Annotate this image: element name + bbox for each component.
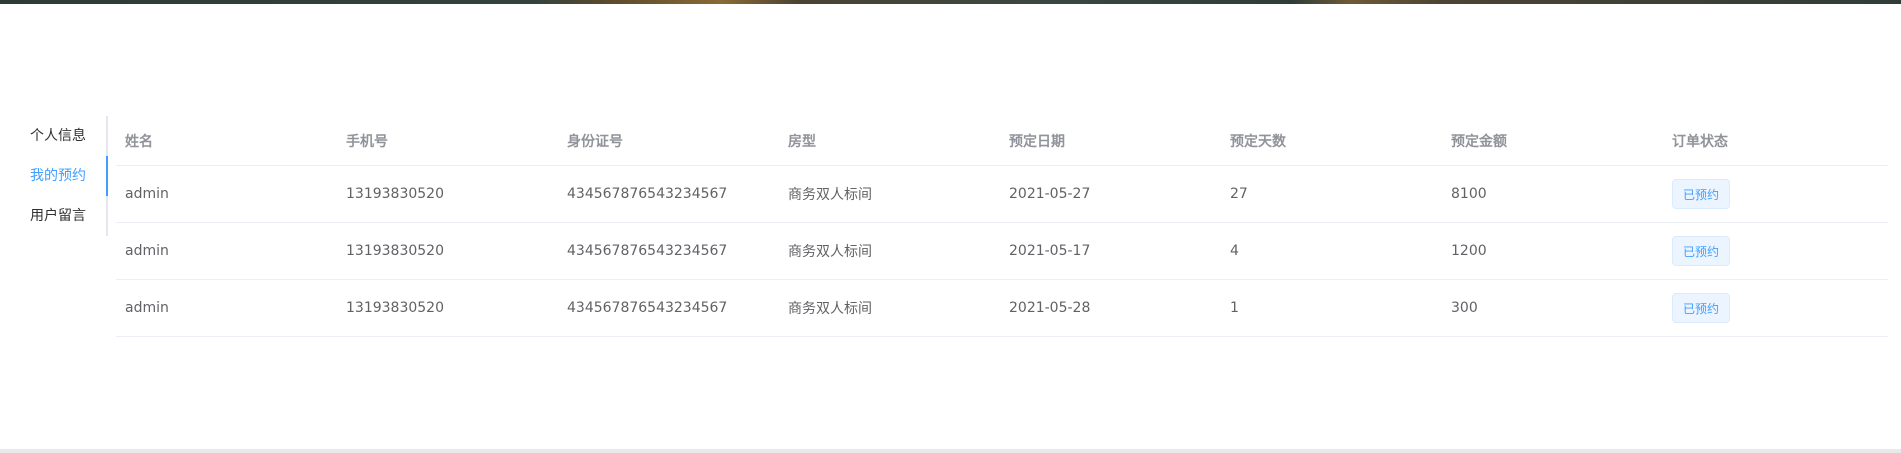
table-row: admin 13193830520 434567876543234567 商务双… [116,166,1888,223]
status-badge: 已预约 [1672,236,1731,266]
cell-id-number: 434567876543234567 [567,186,728,202]
tab-user-messages[interactable]: 用户留言 [16,196,106,236]
cell-booking-amount: 300 [1451,300,1478,316]
cell-order-status: 已预约 [1663,179,1888,209]
status-badge: 已预约 [1672,293,1731,323]
cell-order-status: 已预约 [1663,293,1888,323]
top-banner-image [0,0,1901,4]
sidebar-tabs: 个人信息 我的预约 用户留言 [16,116,108,236]
cell-booking-amount: 1200 [1451,243,1487,259]
cell-phone: 13193830520 [346,300,444,316]
cell-id-number: 434567876543234567 [567,243,728,259]
cell-id-number: 434567876543234567 [567,300,728,316]
cell-name: admin [125,300,169,316]
table-row: admin 13193830520 434567876543234567 商务双… [116,223,1888,280]
bottom-scrollbar-track [0,449,1901,453]
cell-room-type: 商务双人标间 [788,301,872,317]
cell-order-status: 已预约 [1663,236,1888,266]
cell-booking-date: 2021-05-17 [1009,243,1091,259]
status-badge: 已预约 [1672,179,1731,209]
page: 个人信息 我的预约 用户留言 姓名 手机号 身份证号 房型 预定日期 预定天数 … [0,0,1901,453]
header-booking-days: 预定天数 [1230,133,1286,150]
header-booking-date: 预定日期 [1009,133,1065,150]
table-row: admin 13193830520 434567876543234567 商务双… [116,280,1888,337]
tab-my-reservations[interactable]: 我的预约 [16,156,108,196]
header-room-type: 房型 [788,133,816,150]
table-header-row: 姓名 手机号 身份证号 房型 预定日期 预定天数 预定金额 订单状态 [116,116,1888,166]
header-order-status: 订单状态 [1672,133,1728,150]
cell-booking-days: 27 [1230,186,1248,202]
cell-booking-date: 2021-05-27 [1009,186,1091,202]
cell-phone: 13193830520 [346,243,444,259]
cell-name: admin [125,243,169,259]
cell-booking-days: 1 [1230,300,1239,316]
reservations-table: 姓名 手机号 身份证号 房型 预定日期 预定天数 预定金额 订单状态 admin… [116,116,1888,337]
header-name: 姓名 [125,133,153,150]
cell-phone: 13193830520 [346,186,444,202]
cell-name: admin [125,186,169,202]
header-phone: 手机号 [346,133,388,150]
tab-personal-info[interactable]: 个人信息 [16,116,106,156]
header-booking-amount: 预定金额 [1451,133,1507,150]
cell-room-type: 商务双人标间 [788,187,872,203]
cell-room-type: 商务双人标间 [788,244,872,260]
cell-booking-date: 2021-05-28 [1009,300,1091,316]
cell-booking-amount: 8100 [1451,186,1487,202]
cell-booking-days: 4 [1230,243,1239,259]
header-id-number: 身份证号 [567,133,623,150]
